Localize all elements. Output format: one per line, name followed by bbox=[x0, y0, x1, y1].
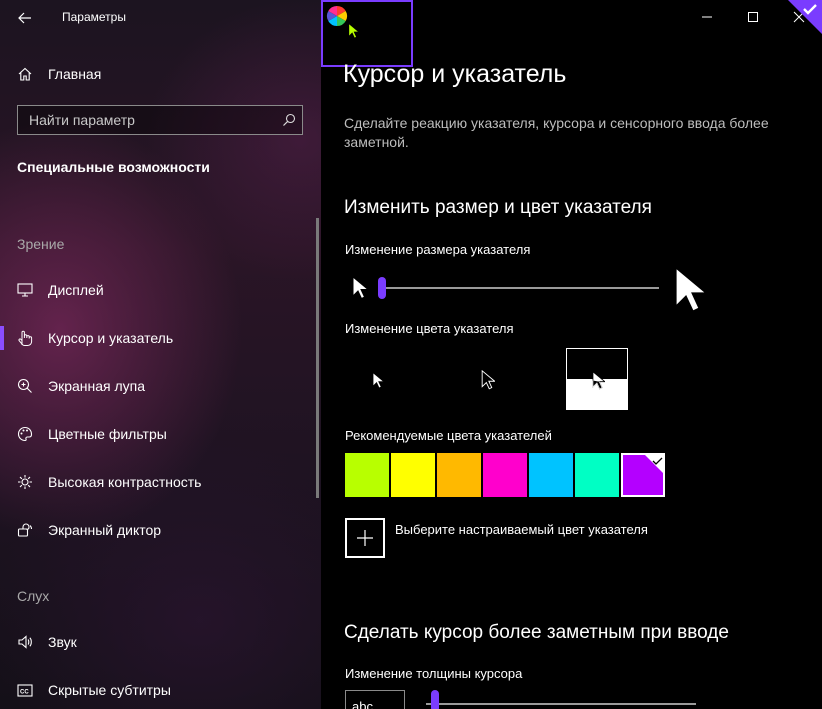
nav-item-color-filters[interactable]: Цветные фильтры bbox=[0, 419, 321, 449]
cursor-thickness-slider-thumb[interactable] bbox=[431, 690, 439, 709]
captions-icon: CC bbox=[16, 681, 34, 699]
inverted-pointer-icon bbox=[592, 371, 605, 390]
swatch-mint[interactable] bbox=[575, 453, 619, 497]
recommended-colors-label: Рекомендуемые цвета указателей bbox=[345, 428, 552, 443]
minimize-icon bbox=[702, 16, 712, 18]
nav-item-captions-label: Скрытые субтитры bbox=[48, 682, 171, 698]
pointer-color-label: Изменение цвета указателя bbox=[345, 321, 514, 336]
nav-home[interactable]: Главная bbox=[0, 59, 321, 89]
search-icon[interactable] bbox=[282, 113, 296, 127]
magnifier-icon bbox=[16, 377, 34, 395]
swatch-yellow[interactable] bbox=[391, 453, 435, 497]
main-content: Курсор и указатель Сделайте реакцию указ… bbox=[321, 0, 822, 709]
pointer-section-heading: Изменить размер и цвет указателя bbox=[344, 197, 652, 218]
pointer-size-slider-thumb[interactable] bbox=[378, 277, 386, 299]
black-pointer-icon bbox=[481, 370, 495, 390]
pointer-color-inverted-option[interactable] bbox=[566, 348, 628, 410]
group-heading-hearing: Слух bbox=[17, 588, 50, 604]
minimize-button[interactable] bbox=[684, 0, 730, 34]
page-title: Курсор и указатель bbox=[343, 60, 567, 88]
section-title: Специальные возможности bbox=[17, 159, 210, 175]
nav-item-magnifier-label: Экранная лупа bbox=[48, 378, 146, 394]
palette-icon bbox=[16, 425, 34, 443]
nav-item-sound-label: Звук bbox=[48, 634, 77, 650]
cursor-thickness-label: Изменение толщины курсора bbox=[345, 666, 523, 681]
page-description: Сделайте реакцию указателя, курсора и се… bbox=[344, 115, 769, 150]
nav-item-captions[interactable]: CC Скрытые субтитры bbox=[0, 675, 321, 705]
nav-item-cursor-pointer[interactable]: Курсор и указатель bbox=[0, 323, 321, 353]
search-box[interactable] bbox=[17, 105, 303, 135]
nav-item-display-label: Дисплей bbox=[48, 282, 104, 298]
nav-home-label: Главная bbox=[48, 66, 102, 82]
nav-item-sound[interactable]: Звук bbox=[0, 627, 321, 657]
svg-text:CC: CC bbox=[20, 689, 29, 695]
swatch-purple[interactable] bbox=[621, 453, 665, 497]
cursor-thickness-slider-track[interactable] bbox=[426, 703, 696, 705]
back-button[interactable] bbox=[10, 4, 40, 32]
swatch-sky-blue[interactable] bbox=[529, 453, 573, 497]
nav-item-cursor-pointer-label: Курсор и указатель bbox=[48, 330, 174, 346]
search-input[interactable] bbox=[18, 106, 284, 134]
pointer-color-black-option[interactable] bbox=[456, 348, 518, 410]
swatch-gold[interactable] bbox=[437, 453, 481, 497]
back-arrow-icon bbox=[18, 12, 31, 24]
pointer-size-slider-track[interactable] bbox=[378, 287, 659, 289]
color-wheel-icon bbox=[326, 5, 348, 27]
nav-item-narrator-label: Экранный диктор bbox=[48, 522, 162, 538]
pointer-size-label: Изменение размера указателя bbox=[345, 242, 531, 257]
add-custom-color-button[interactable] bbox=[345, 518, 385, 558]
speaker-icon bbox=[16, 633, 34, 651]
nav-item-high-contrast-label: Высокая контрастность bbox=[48, 474, 202, 490]
group-heading-vision: Зрение bbox=[17, 236, 65, 252]
plus-icon bbox=[357, 530, 373, 546]
maximize-icon bbox=[748, 12, 758, 22]
narrator-icon bbox=[16, 521, 34, 539]
home-icon bbox=[16, 65, 34, 83]
swatch-magenta[interactable] bbox=[483, 453, 527, 497]
nav-item-display[interactable]: Дисплей bbox=[0, 275, 321, 305]
pointer-hand-icon bbox=[16, 329, 34, 347]
pointer-color-custom-option[interactable] bbox=[321, 0, 822, 67]
swatch-lime[interactable] bbox=[345, 453, 389, 497]
large-pointer-icon bbox=[675, 266, 706, 312]
small-pointer-icon bbox=[352, 276, 368, 300]
nav-item-narrator[interactable]: Экранный диктор bbox=[0, 515, 321, 545]
nav-item-magnifier[interactable]: Экранная лупа bbox=[0, 371, 321, 401]
thickness-preview-text: abc bbox=[352, 699, 373, 709]
sidebar-scrollbar[interactable] bbox=[316, 218, 319, 498]
display-icon bbox=[16, 281, 34, 299]
cursor-section-heading: Сделать курсор более заметным при вводе bbox=[344, 622, 729, 643]
custom-pointer-icon bbox=[348, 23, 359, 39]
sidebar: Параметры Главная Специальные возможност… bbox=[0, 0, 321, 709]
pointer-color-white-option[interactable] bbox=[347, 348, 409, 410]
cursor-thickness-preview: abc bbox=[345, 690, 405, 709]
swatch-check-icon bbox=[643, 453, 665, 475]
custom-color-label[interactable]: Выберите настраиваемый цвет указателя bbox=[395, 522, 648, 537]
nav-item-high-contrast[interactable]: Высокая контрастность bbox=[0, 467, 321, 497]
nav-item-color-filters-label: Цветные фильтры bbox=[48, 426, 167, 442]
white-pointer-icon bbox=[372, 372, 384, 389]
maximize-button[interactable] bbox=[730, 0, 776, 34]
app-title: Параметры bbox=[62, 10, 126, 24]
selected-check-icon bbox=[788, 0, 822, 34]
contrast-sun-icon bbox=[16, 473, 34, 491]
